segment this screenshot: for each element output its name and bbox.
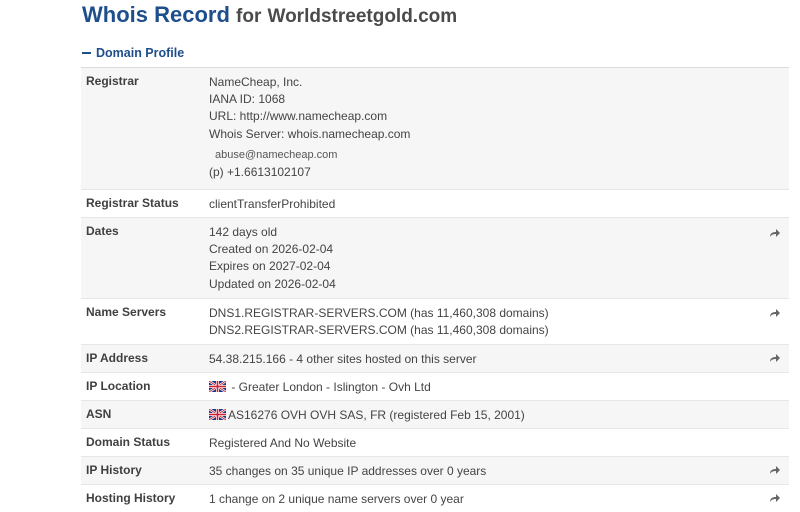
ip-address-value: 54.38.215.166 - 4 other sites hosted on …	[209, 352, 477, 366]
asn-label: ASN	[86, 407, 112, 421]
dates-label: Dates	[86, 224, 119, 238]
share-arrow-icon[interactable]	[769, 228, 781, 238]
registrar-email: abuse@namecheap.com	[215, 148, 338, 161]
registrar-phone: (p) +1.6613102107	[209, 165, 311, 180]
share-arrow-icon[interactable]	[769, 353, 781, 363]
share-arrow-icon[interactable]	[769, 465, 781, 475]
dates-value: 142 days old Created on 2026-02-04 Expir…	[209, 218, 789, 298]
registrar-name: NameCheap, Inc.	[209, 75, 303, 89]
row-registrar: Registrar NameCheap, Inc. IANA ID: 1068 …	[81, 68, 789, 190]
row-domain-status: Domain Status Registered And No Website	[81, 429, 789, 457]
dates-created: Created on 2026-02-04	[209, 242, 334, 257]
minus-icon	[82, 52, 91, 54]
title-for: for	[236, 6, 262, 27]
dates-updated: Updated on 2026-02-04	[209, 276, 336, 291]
asn-text: AS16276 OVH OVH SAS, FR (registered Feb …	[228, 408, 525, 422]
domain-status-label: Domain Status	[86, 435, 171, 449]
section-label: Domain Profile	[96, 46, 185, 60]
share-arrow-icon[interactable]	[769, 308, 781, 318]
row-hosting-history: Hosting History 1 change on 2 unique nam…	[81, 485, 789, 512]
row-dates: Dates 142 days old Created on 2026-02-04…	[81, 218, 789, 299]
share-arrow-icon[interactable]	[769, 493, 781, 503]
domain-status-value: Registered And No Website	[209, 436, 357, 450]
name-servers-label: Name Servers	[86, 305, 167, 319]
registrar-value: NameCheap, Inc. IANA ID: 1068 URL: http:…	[209, 68, 789, 189]
page-title: Whois Record for Worldstreetgold.com	[82, 0, 457, 32]
dates-expires: Expires on 2027-02-04	[209, 259, 331, 274]
row-ip-location: IP Location - Greater London - Islington…	[81, 373, 789, 401]
ip-history-label: IP History	[86, 463, 142, 477]
name-server-1: DNS1.REGISTRAR-SERVERS.COM (has 11,460,3…	[209, 306, 549, 320]
row-ip-address: IP Address 54.38.215.166 - 4 other sites…	[81, 345, 789, 373]
domain-profile-toggle[interactable]: Domain Profile	[82, 45, 184, 61]
registrar-status-value: clientTransferProhibited	[209, 197, 336, 211]
row-asn: ASN AS16276 OVH OVH SAS, FR (registered …	[81, 401, 789, 429]
hosting-history-value: 1 change on 2 unique name servers over 0…	[209, 492, 464, 506]
ip-history-value: 35 changes on 35 unique IP addresses ove…	[209, 464, 487, 478]
name-server-2: DNS2.REGISTRAR-SERVERS.COM (has 11,460,3…	[209, 323, 549, 338]
ip-location-label: IP Location	[86, 379, 151, 393]
hosting-history-label: Hosting History	[86, 491, 176, 505]
title-domain: Worldstreetgold.com	[267, 6, 458, 27]
registrar-iana: IANA ID: 1068	[209, 92, 286, 107]
registrar-whois-server: Whois Server: whois.namecheap.com	[209, 126, 411, 141]
registrar-url[interactable]: URL: http://www.namecheap.com	[209, 108, 789, 125]
ip-address-label: IP Address	[86, 351, 149, 365]
dates-age: 142 days old	[209, 225, 278, 239]
ip-location-value: - Greater London - Islington - Ovh Ltd	[209, 373, 789, 400]
domain-profile-table: Registrar NameCheap, Inc. IANA ID: 1068 …	[81, 67, 789, 512]
registrar-label: Registrar	[86, 74, 139, 88]
uk-flag-icon	[209, 409, 226, 420]
name-servers-value: DNS1.REGISTRAR-SERVERS.COM (has 11,460,3…	[209, 299, 789, 344]
row-ip-history: IP History 35 changes on 35 unique IP ad…	[81, 457, 789, 485]
ip-location-text: - Greater London - Islington - Ovh Ltd	[228, 380, 431, 394]
registrar-status-label: Registrar Status	[86, 196, 179, 210]
asn-value: AS16276 OVH OVH SAS, FR (registered Feb …	[209, 401, 789, 428]
title-prefix: Whois Record	[82, 2, 230, 27]
uk-flag-icon	[209, 381, 226, 392]
row-name-servers: Name Servers DNS1.REGISTRAR-SERVERS.COM …	[81, 299, 789, 345]
row-registrar-status: Registrar Status clientTransferProhibite…	[81, 190, 789, 218]
